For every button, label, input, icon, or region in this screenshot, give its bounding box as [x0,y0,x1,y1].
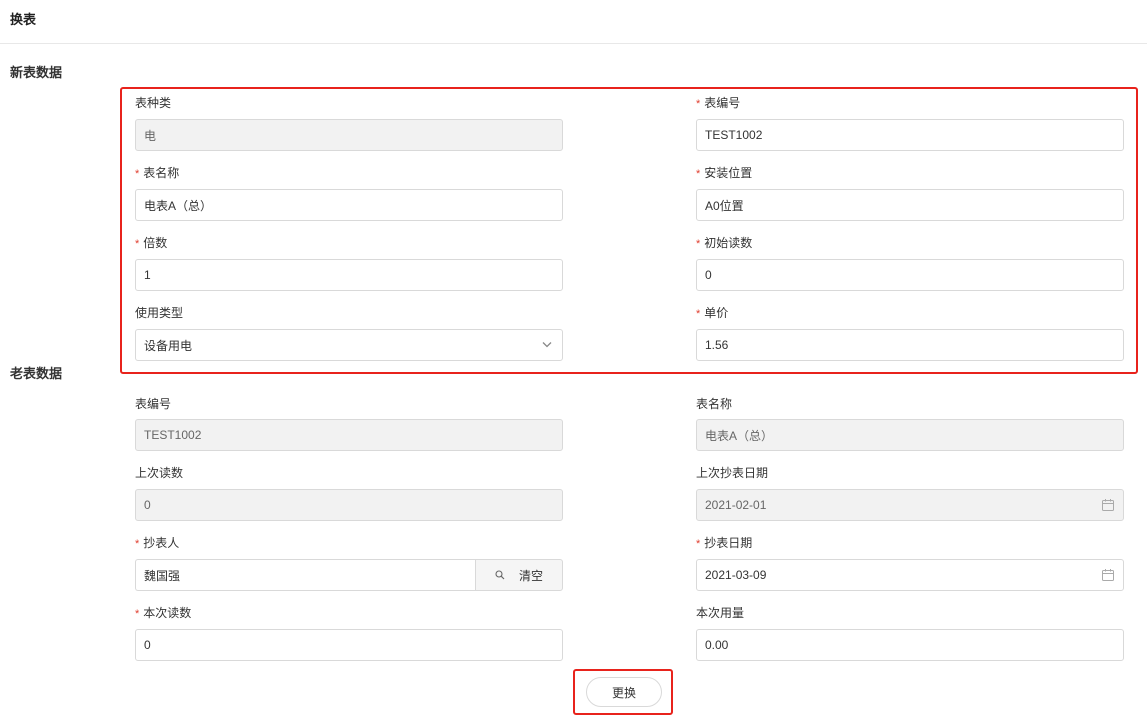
required-mark: * [135,608,140,620]
reader-label: * 抄表人 [135,536,180,550]
last-reading-label: 上次读数 [135,466,184,480]
reader-picker: 魏国强 清空 [135,559,563,591]
current-reading-label: * 本次读数 [135,606,192,620]
title-divider [0,43,1147,44]
calendar-icon[interactable] [1101,568,1115,582]
required-mark: * [696,538,701,550]
old-meter-section-title: 老表数据 [10,366,63,381]
reader-search-clear-button[interactable]: 清空 [475,559,563,591]
calendar-icon [1102,499,1114,511]
last-read-date-field: 2021-02-01 [696,489,1124,521]
current-usage-input[interactable]: 0.00 [696,629,1124,661]
read-date-label: * 抄表日期 [696,536,753,550]
new-meter-section-title: 新表数据 [10,65,63,80]
old-meter-name-field: 电表A（总） [696,419,1124,451]
old-meter-no-field: TEST1002 [135,419,563,451]
search-icon[interactable] [495,570,505,580]
last-read-date-label: 上次抄表日期 [696,466,769,480]
required-mark: * [135,538,140,550]
swap-button-highlight-box [573,669,673,715]
page-title: 换表 [10,12,37,27]
old-meter-name-label: 表名称 [696,397,733,411]
new-meter-highlight-box [120,87,1138,374]
last-reading-field: 0 [135,489,563,521]
reader-input[interactable]: 魏国强 [135,559,475,591]
old-meter-no-label: 表编号 [135,397,172,411]
clear-button[interactable]: 清空 [519,567,543,584]
current-reading-input[interactable]: 0 [135,629,563,661]
current-usage-label: 本次用量 [696,606,745,620]
read-date-input[interactable]: 2021-03-09 [696,559,1124,591]
